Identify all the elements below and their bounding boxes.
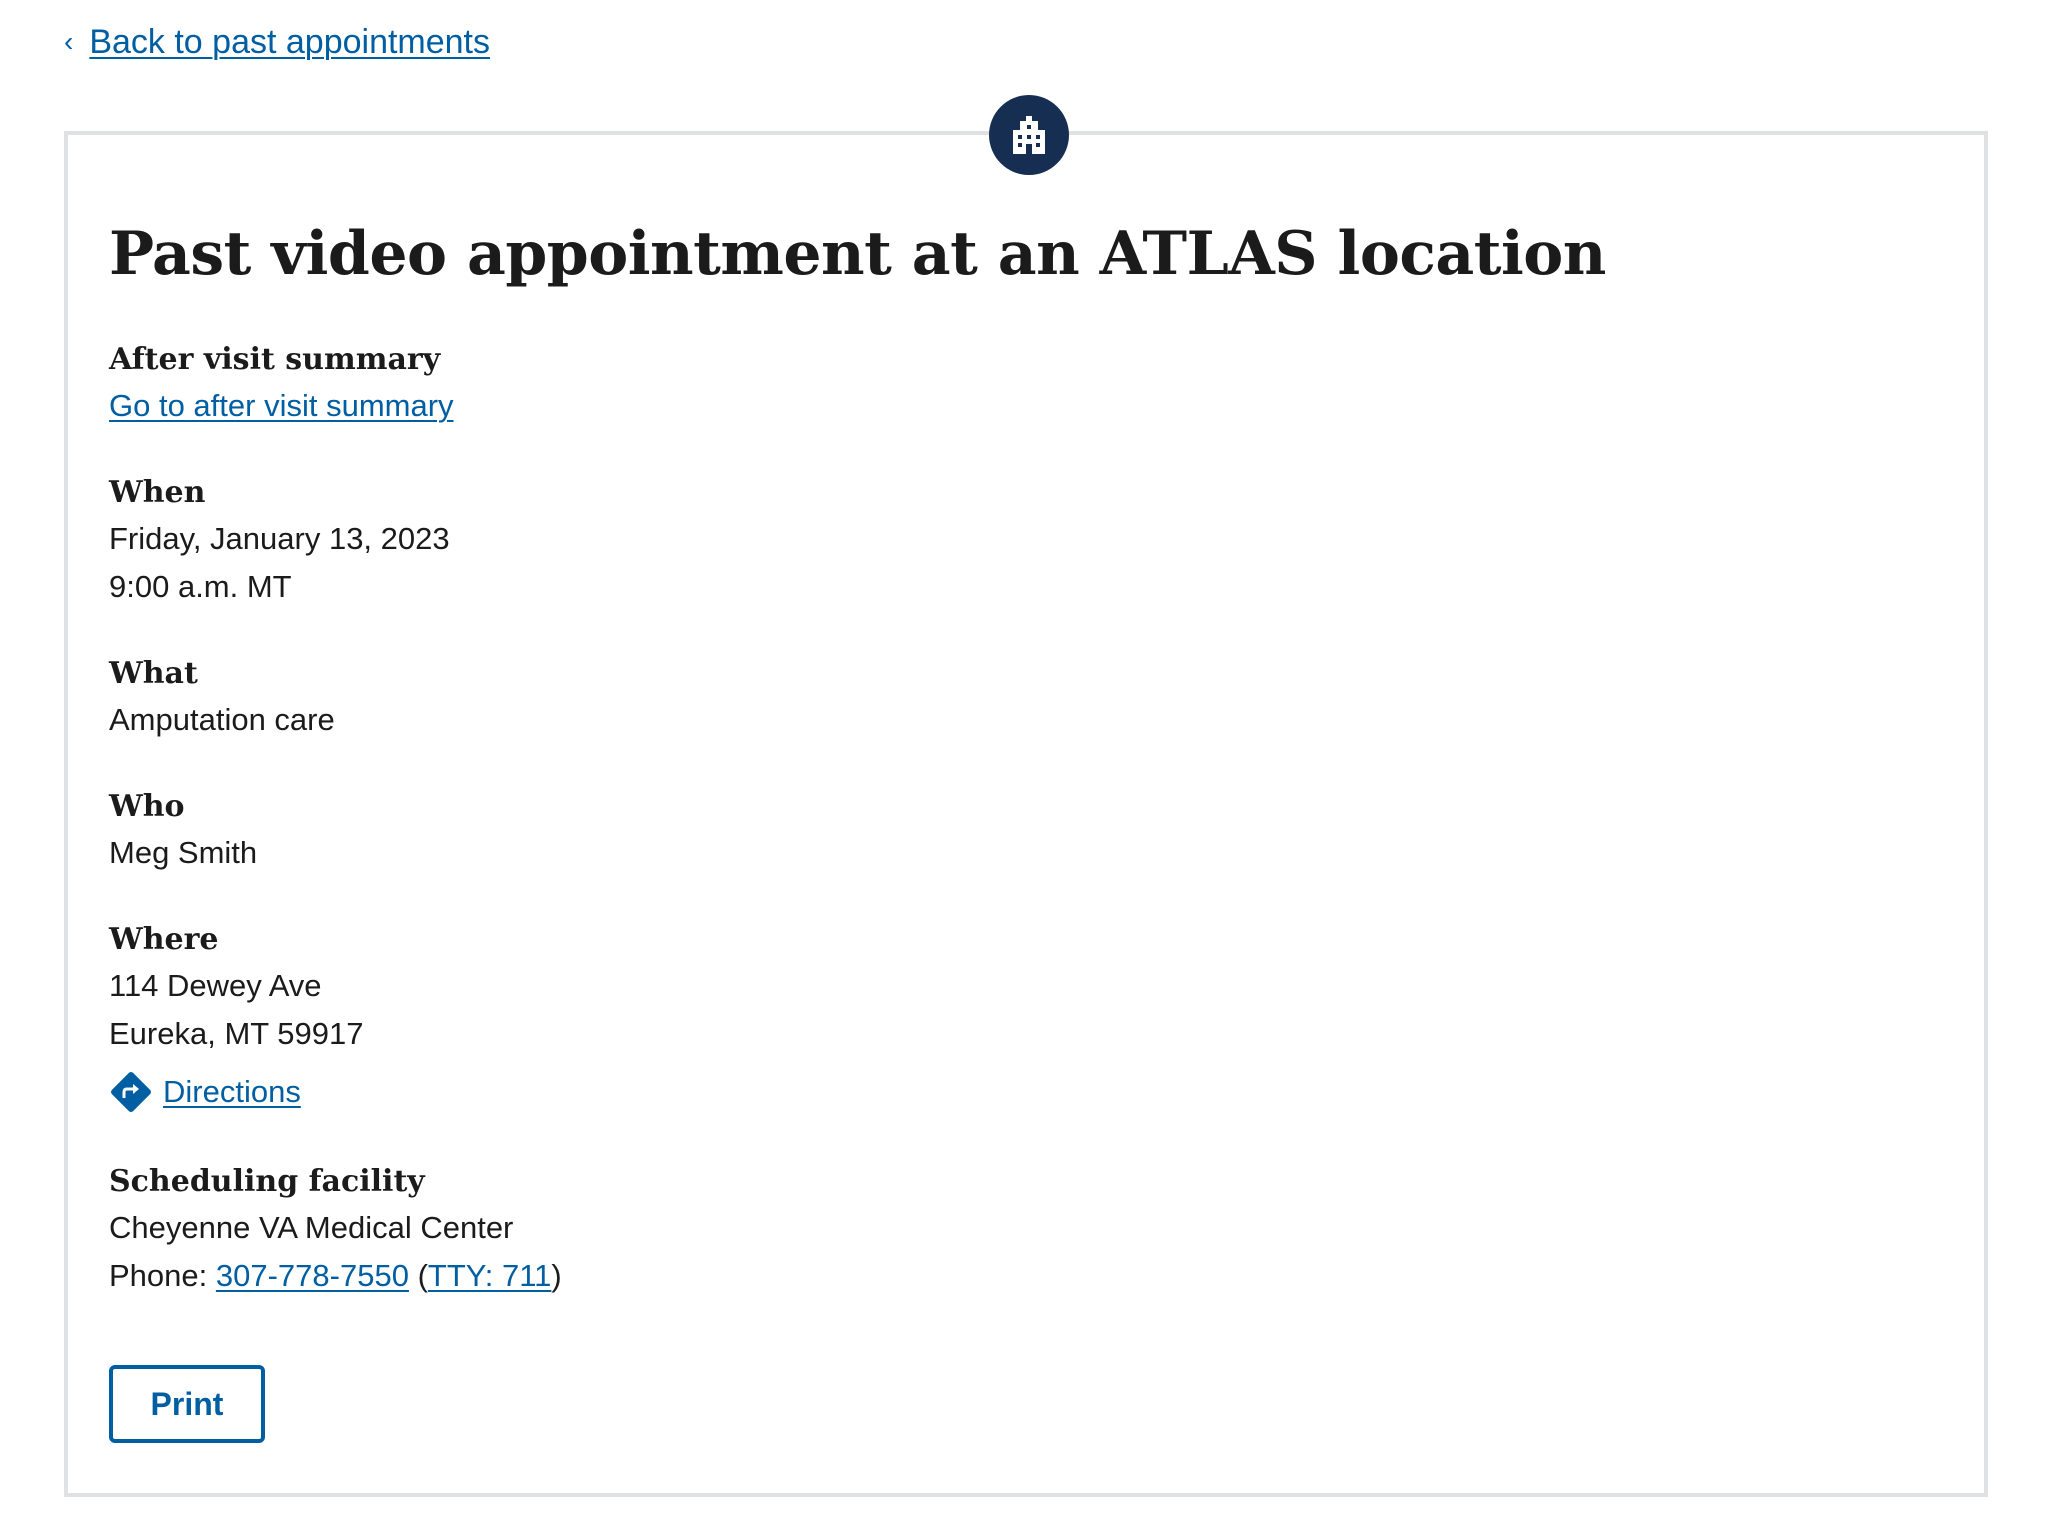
back-link-container: ‹ Back to past appointments — [64, 22, 490, 62]
directions-icon — [111, 1072, 151, 1112]
facility-section: Scheduling facility Cheyenne VA Medical … — [109, 1160, 562, 1300]
close-paren: ) — [551, 1258, 562, 1293]
where-section: Where 114 Dewey Ave Eureka, MT 59917 Dir… — [109, 918, 363, 1114]
what-heading: What — [109, 656, 198, 691]
building-icon — [1013, 116, 1045, 154]
what-value: Amputation care — [109, 702, 335, 737]
chevron-left-icon: ‹ — [64, 26, 74, 57]
who-section: Who Meg Smith — [109, 785, 257, 877]
back-to-past-appointments-link[interactable]: Back to past appointments — [89, 22, 490, 62]
directions-row: Directions — [109, 1070, 363, 1114]
appointment-time: 9:00 a.m. MT — [109, 569, 292, 604]
after-visit-heading: After visit summary — [109, 342, 441, 377]
facility-name: Cheyenne VA Medical Center — [109, 1210, 514, 1245]
facility-phone-line: Phone: 307-778-7550 (TTY: 711) — [109, 1252, 562, 1300]
page-title: Past video appointment at an ATLAS locat… — [109, 219, 1606, 289]
address-line2: Eureka, MT 59917 — [109, 1016, 364, 1051]
phone-link[interactable]: 307-778-7550 — [216, 1258, 409, 1293]
print-button[interactable]: Print — [109, 1365, 265, 1443]
after-visit-summary-link[interactable]: Go to after visit summary — [109, 382, 454, 430]
address-line1: 114 Dewey Ave — [109, 968, 322, 1003]
building-icon-badge — [989, 95, 1069, 175]
when-heading: When — [109, 475, 206, 510]
when-section: When Friday, January 13, 2023 9:00 a.m. … — [109, 471, 450, 611]
open-paren: ( — [417, 1258, 428, 1293]
who-heading: Who — [109, 789, 185, 824]
what-section: What Amputation care — [109, 652, 335, 744]
after-visit-section: After visit summary Go to after visit su… — [109, 338, 454, 430]
tty-link[interactable]: TTY: 711 — [428, 1258, 552, 1293]
who-value: Meg Smith — [109, 835, 258, 870]
phone-prefix: Phone: — [109, 1258, 216, 1293]
facility-heading: Scheduling facility — [109, 1164, 425, 1199]
directions-link[interactable]: Directions — [163, 1074, 301, 1110]
appointment-date: Friday, January 13, 2023 — [109, 521, 450, 556]
where-heading: Where — [109, 922, 219, 957]
